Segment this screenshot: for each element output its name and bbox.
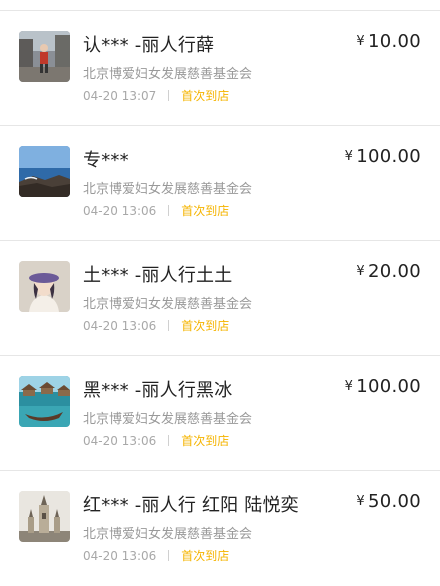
donation-amount: ¥100.00 <box>345 146 421 167</box>
amount-value: 20.00 <box>367 261 421 282</box>
currency-symbol: ¥ <box>356 494 365 509</box>
separator <box>168 205 170 216</box>
organization-name: 北京博爱妇女发展慈善基金会 <box>83 297 253 312</box>
avatar <box>19 491 70 542</box>
donor-name: 土*** -丽人行土土 <box>83 265 233 286</box>
list-item[interactable]: 认*** -丽人行薛 ¥10.00 北京博爱妇女发展慈善基金会 04-20 13… <box>0 11 440 126</box>
donation-amount: ¥50.00 <box>356 491 421 512</box>
donor-name: 黑*** -丽人行黑冰 <box>83 380 233 401</box>
amount-value: 50.00 <box>367 491 421 512</box>
separator <box>168 90 170 101</box>
donor-name: 认*** -丽人行薛 <box>83 35 215 56</box>
avatar <box>19 376 70 427</box>
timestamp: 04-20 13:06 <box>83 433 157 448</box>
meta-line: 04-20 13:06 首次到店 <box>83 432 229 449</box>
meta-line: 04-20 13:06 首次到店 <box>83 547 229 564</box>
list-item[interactable]: 黑*** -丽人行黑冰 ¥100.00 北京博爱妇女发展慈善基金会 04-20 … <box>0 356 440 471</box>
status-tag: 首次到店 <box>181 319 230 333</box>
status-tag: 首次到店 <box>181 89 230 103</box>
list-item[interactable]: 红*** -丽人行 红阳 陆悦奕 ¥50.00 北京博爱妇女发展慈善基金会 04… <box>0 471 440 586</box>
currency-symbol: ¥ <box>344 379 354 394</box>
avatar <box>19 261 70 312</box>
donation-list: 认*** -丽人行薛 ¥10.00 北京博爱妇女发展慈善基金会 04-20 13… <box>0 0 440 571</box>
timestamp: 04-20 13:06 <box>83 548 157 563</box>
organization-name: 北京博爱妇女发展慈善基金会 <box>83 67 253 82</box>
donation-amount: ¥100.00 <box>345 376 421 397</box>
meta-line: 04-20 13:06 首次到店 <box>83 202 229 219</box>
amount-value: 100.00 <box>356 146 421 167</box>
separator <box>168 435 170 446</box>
avatar <box>19 31 70 82</box>
status-tag: 首次到店 <box>181 434 230 448</box>
currency-symbol: ¥ <box>356 34 365 49</box>
timestamp: 04-20 13:06 <box>83 318 157 333</box>
donation-amount: ¥20.00 <box>356 261 421 282</box>
currency-symbol: ¥ <box>356 264 365 279</box>
separator <box>168 550 170 561</box>
status-tag: 首次到店 <box>181 204 230 218</box>
donor-name: 红*** -丽人行 红阳 陆悦奕 <box>83 495 299 516</box>
amount-value: 10.00 <box>367 31 421 52</box>
organization-name: 北京博爱妇女发展慈善基金会 <box>83 527 253 542</box>
meta-line: 04-20 13:07 首次到店 <box>83 87 229 104</box>
amount-value: 100.00 <box>356 376 421 397</box>
organization-name: 北京博爱妇女发展慈善基金会 <box>83 412 253 427</box>
donor-name: 专*** <box>83 150 129 171</box>
status-tag: 首次到店 <box>181 549 230 563</box>
separator <box>168 320 170 331</box>
avatar <box>19 146 70 197</box>
organization-name: 北京博爱妇女发展慈善基金会 <box>83 182 253 197</box>
meta-line: 04-20 13:06 首次到店 <box>83 317 229 334</box>
list-item[interactable]: 专*** ¥100.00 北京博爱妇女发展慈善基金会 04-20 13:06 首… <box>0 126 440 241</box>
timestamp: 04-20 13:07 <box>83 88 157 103</box>
list-item[interactable]: 土*** -丽人行土土 ¥20.00 北京博爱妇女发展慈善基金会 04-20 1… <box>0 241 440 356</box>
currency-symbol: ¥ <box>344 149 354 164</box>
donation-amount: ¥10.00 <box>356 31 421 52</box>
timestamp: 04-20 13:06 <box>83 203 157 218</box>
